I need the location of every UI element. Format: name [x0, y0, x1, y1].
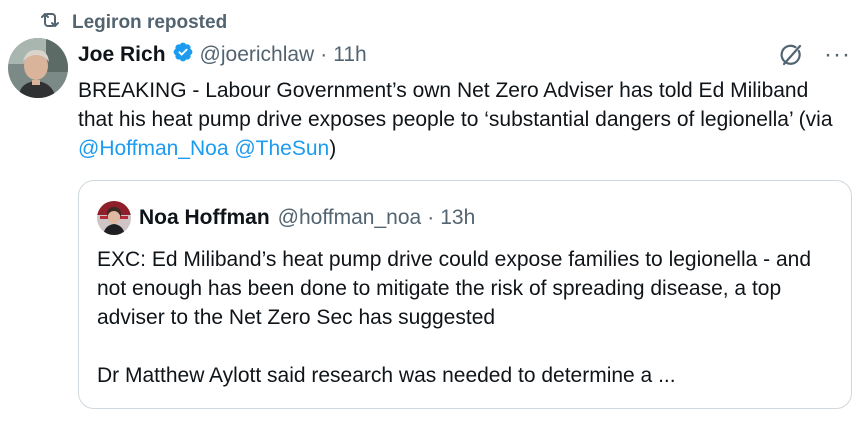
- quoted-author-name[interactable]: Noa Hoffman: [139, 206, 270, 230]
- repost-indicator[interactable]: Legiron reposted: [38, 8, 227, 38]
- more-options-icon[interactable]: ···: [824, 43, 851, 67]
- tweet-text: BREAKING - Labour Government’s own Net Z…: [78, 79, 833, 131]
- separator: ·: [320, 43, 328, 66]
- author-name[interactable]: Joe Rich: [78, 43, 166, 67]
- tweet-body: BREAKING - Labour Government’s own Net Z…: [78, 76, 848, 163]
- avatar[interactable]: [8, 38, 68, 98]
- avatar[interactable]: [97, 201, 131, 235]
- header-actions: ···: [778, 42, 851, 68]
- quoted-tweet-body: EXC: Ed Miliband’s heat pump drive could…: [97, 245, 837, 390]
- quoted-paragraph: EXC: Ed Miliband’s heat pump drive could…: [97, 248, 812, 329]
- tweet-text-end: ): [329, 137, 337, 160]
- timestamp[interactable]: 11h: [333, 43, 366, 67]
- repost-icon: [38, 8, 62, 38]
- quoted-author-handle[interactable]: @hoffman_noa: [278, 206, 422, 230]
- tweet-header: Joe Rich @joerichlaw · 11h ···: [78, 40, 851, 70]
- separator: ·: [427, 206, 435, 229]
- quoted-paragraph: Dr Matthew Aylott said research was need…: [97, 364, 676, 387]
- author-handle[interactable]: @joerichlaw: [200, 43, 315, 67]
- mention-link[interactable]: @TheSun: [234, 137, 329, 160]
- quoted-tweet-header: Noa Hoffman @hoffman_noa · 13h: [97, 201, 475, 235]
- repost-label[interactable]: Legiron reposted: [72, 12, 227, 34]
- mention-link[interactable]: @Hoffman_Noa: [78, 137, 229, 160]
- verified-badge-icon: [166, 41, 200, 69]
- quoted-timestamp[interactable]: 13h: [440, 206, 475, 230]
- grok-icon[interactable]: [778, 42, 804, 68]
- quoted-tweet[interactable]: Noa Hoffman @hoffman_noa · 13h EXC: Ed M…: [78, 180, 852, 409]
